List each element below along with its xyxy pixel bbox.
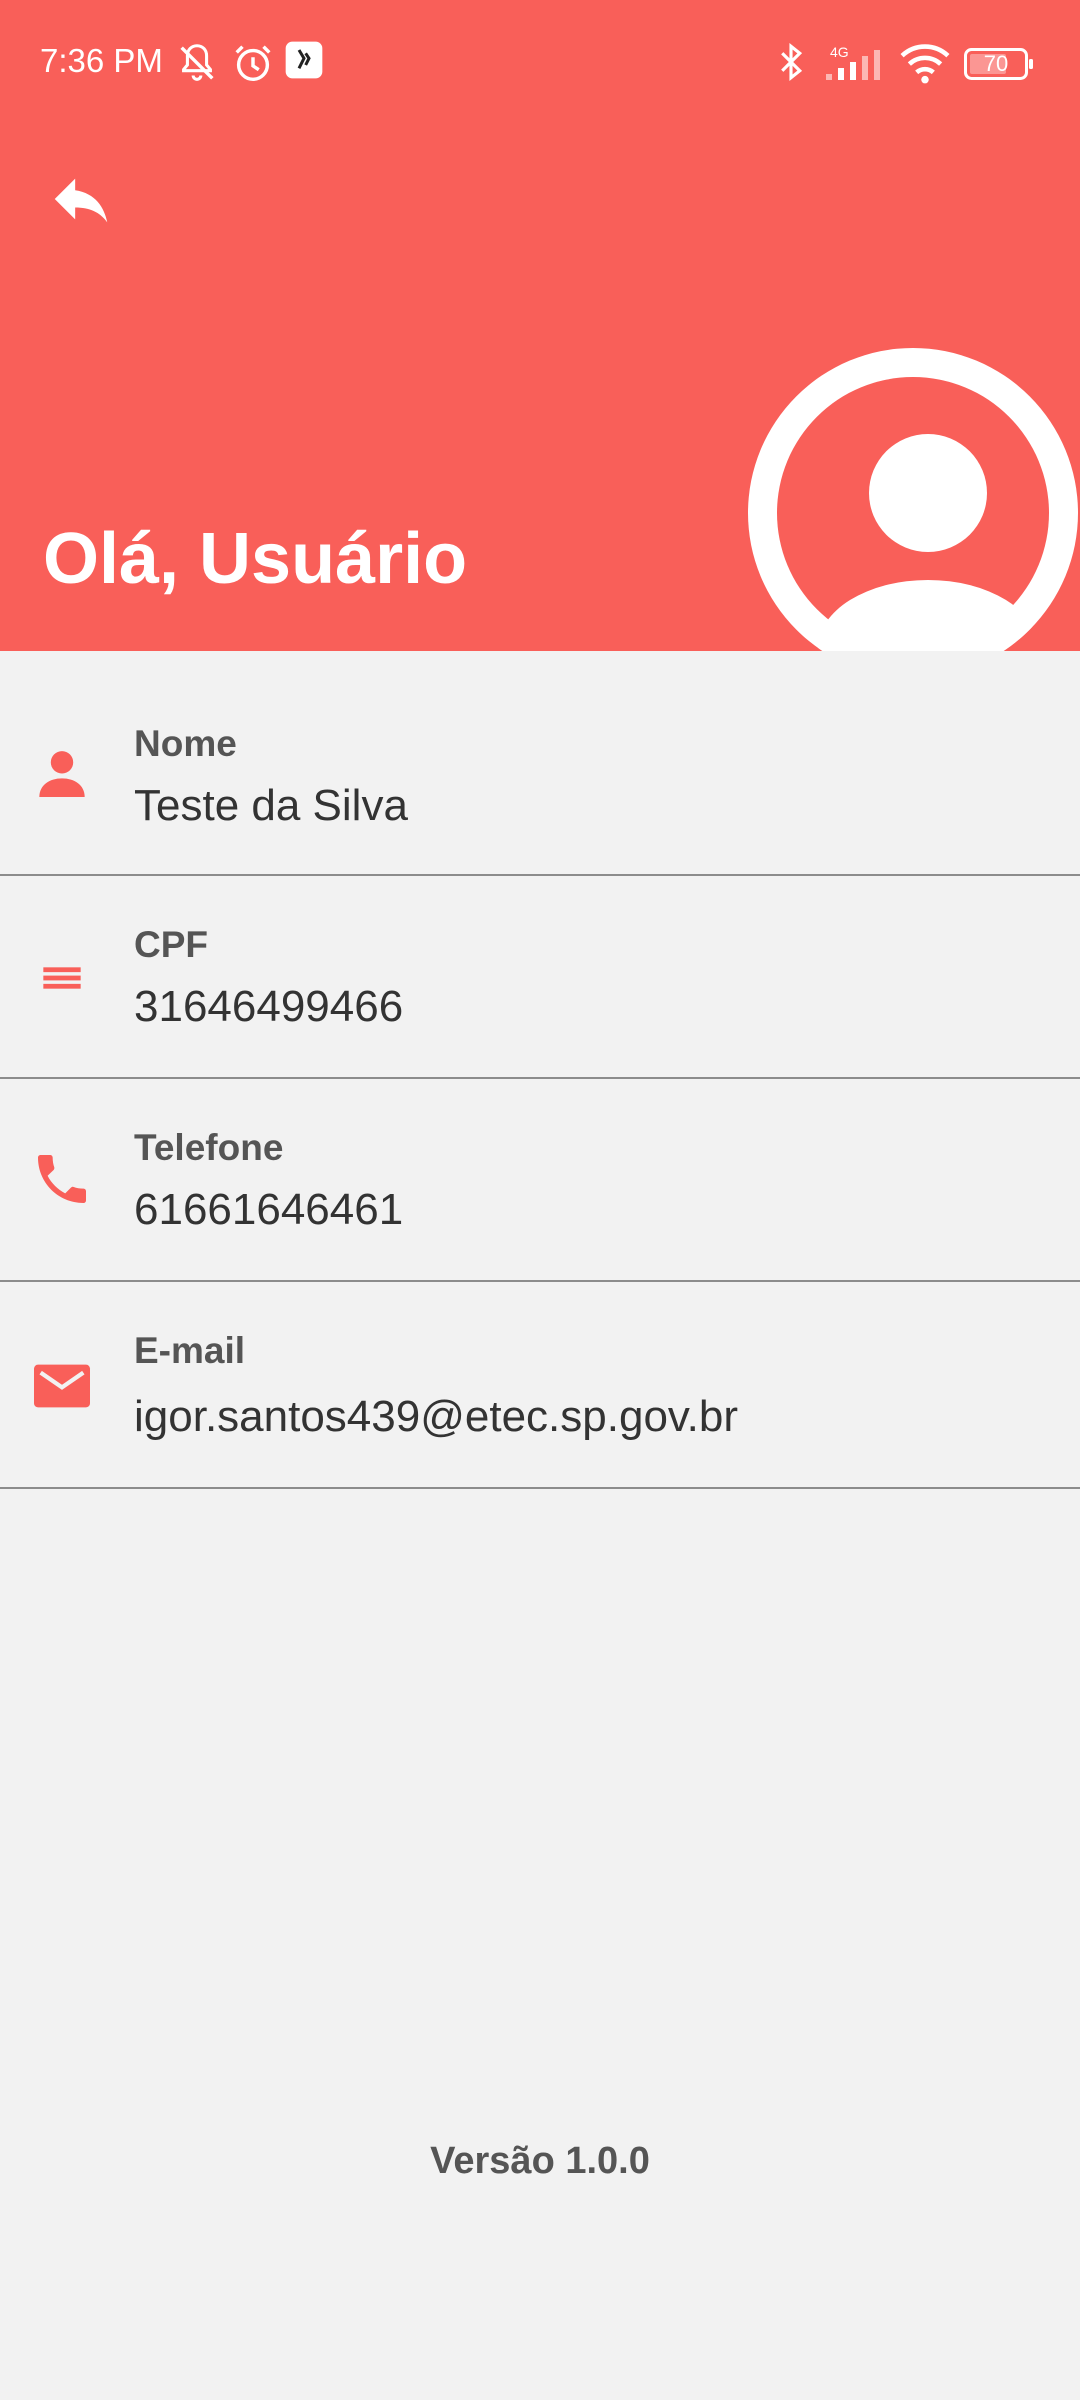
list-item-cpf: CPF 31646499466	[0, 876, 1080, 1079]
menu-lines-icon	[43, 967, 81, 989]
field-value: 31646499466	[134, 982, 404, 1031]
field-value: 61661646461	[134, 1185, 404, 1234]
bell-muted-icon	[180, 44, 214, 81]
profile-header: 7:36 PM 4G 70 Olá, Usuário	[0, 0, 1080, 651]
wifi-icon	[900, 44, 950, 84]
field-label: CPF	[134, 924, 208, 965]
field-value: igor.santos439@etec.sp.gov.br	[134, 1392, 738, 1441]
field-label: Nome	[134, 723, 237, 764]
mail-icon	[34, 1364, 90, 1408]
person-avatar-icon	[777, 377, 1049, 651]
status-bar: 7:36 PM 4G 70	[0, 0, 1080, 130]
app-version: Versão 1.0.0	[430, 2140, 650, 2182]
profile-info-list: Nome Teste da Silva CPF 31646499466 Tele…	[0, 651, 1080, 1489]
alarm-clock-icon	[235, 45, 271, 82]
field-label: Telefone	[134, 1127, 284, 1168]
reply-arrow-icon	[54, 178, 108, 223]
battery-level: 70	[983, 51, 1009, 76]
status-time: 7:36 PM	[40, 42, 163, 79]
phone-icon	[38, 1155, 86, 1203]
avatar[interactable]	[748, 348, 1078, 651]
page-title: Olá, Usuário	[43, 519, 468, 599]
back-button[interactable]	[40, 160, 130, 240]
battery-icon: 70	[964, 48, 1034, 80]
list-item-email: E-mail igor.santos439@etec.sp.gov.br	[0, 1282, 1080, 1489]
field-value: Teste da Silva	[134, 781, 408, 830]
person-icon	[39, 751, 85, 797]
field-label: E-mail	[134, 1330, 246, 1371]
app-notification-icon	[285, 41, 323, 79]
bluetooth-icon	[781, 42, 803, 82]
list-item-nome: Nome Teste da Silva	[0, 651, 1080, 876]
cell-signal-icon	[826, 50, 880, 80]
list-item-telefone: Telefone 61661646461	[0, 1079, 1080, 1282]
